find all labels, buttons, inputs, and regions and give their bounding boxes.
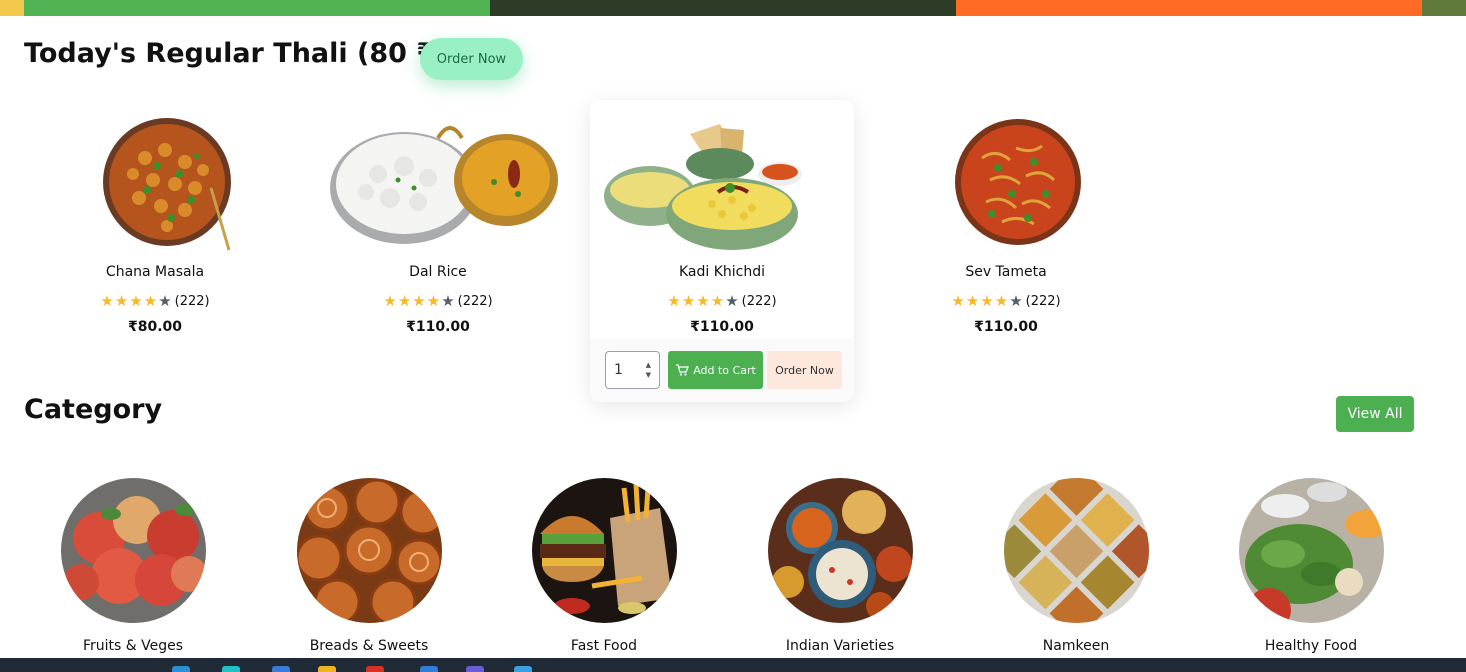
thali-order-now-button[interactable]: Order Now — [420, 38, 523, 80]
product-name: Chana Masala — [105, 264, 205, 280]
dal-rice-image — [318, 118, 558, 252]
burger-fries-image — [531, 478, 677, 623]
apples-image — [60, 478, 206, 623]
star-icon: ★ — [412, 292, 426, 310]
quantity-value: 1 — [614, 362, 623, 378]
cart-icon — [676, 364, 690, 376]
star-empty-icon: ★ — [441, 292, 455, 310]
chana-masala-image — [35, 118, 275, 252]
star-icon: ★ — [994, 292, 1009, 310]
rating-count: (222) — [457, 294, 493, 309]
add-to-cart-button[interactable]: Add to Cart — [668, 351, 763, 389]
star-icon: ★ — [980, 292, 994, 310]
category-label: Fruits & Veges — [82, 638, 184, 654]
taskbar-browser-icon[interactable] — [366, 666, 384, 672]
strip-segment-yellow — [0, 0, 24, 16]
product-price: ₹80.00 — [127, 319, 183, 335]
product-rating: ★ ★ ★ ★ ★ (222) — [874, 292, 1138, 310]
category-label: Fast Food — [570, 638, 638, 654]
category-fast-food[interactable]: Fast Food — [504, 478, 704, 654]
spin-arrows-icon[interactable]: ▲ ▼ — [646, 360, 651, 380]
strip-segment-orange — [956, 0, 1422, 16]
product-rating: ★ ★ ★ ★ ★ (222) — [590, 292, 854, 310]
top-color-strip — [0, 0, 1466, 16]
rating-count: (222) — [174, 294, 210, 309]
category-label: Healthy Food — [1264, 638, 1358, 654]
thali-title: Today's Regular Thali (80 ₹): — [24, 38, 459, 69]
product-card-sev-tameta[interactable]: Sev Tameta ★ ★ ★ ★ ★ (222) ₹110.00 — [874, 100, 1138, 335]
product-card-chana-masala[interactable]: Chana Masala ★ ★ ★ ★ ★ (222) ₹80.00 — [23, 100, 287, 335]
add-to-cart-label: Add to Cart — [693, 363, 756, 377]
star-icon: ★ — [426, 292, 441, 310]
taskbar-app-icon[interactable] — [172, 666, 190, 672]
category-label: Namkeen — [1042, 638, 1110, 654]
category-label: Breads & Sweets — [309, 638, 429, 654]
pastries-image — [296, 478, 442, 623]
card-order-now-button[interactable]: Order Now — [767, 351, 842, 389]
card-actions: 1 ▲ ▼ Add to Cart Order Now — [590, 338, 854, 402]
star-icon: ★ — [397, 292, 412, 310]
spin-down-icon[interactable]: ▼ — [646, 370, 651, 380]
taskbar-app-icon[interactable] — [272, 666, 290, 672]
category-breads-sweets[interactable]: Breads & Sweets — [269, 478, 469, 654]
taskbar-app-icon[interactable] — [420, 666, 438, 672]
star-icon: ★ — [100, 292, 114, 310]
product-price: ₹110.00 — [690, 319, 754, 335]
star-icon: ★ — [114, 292, 129, 310]
star-empty-icon: ★ — [725, 292, 739, 310]
star-icon: ★ — [383, 292, 397, 310]
star-icon: ★ — [681, 292, 696, 310]
star-empty-icon: ★ — [158, 292, 172, 310]
taskbar-app-icon[interactable] — [222, 666, 240, 672]
quantity-stepper[interactable]: 1 ▲ ▼ — [605, 351, 660, 389]
star-icon: ★ — [667, 292, 681, 310]
category-label: Indian Varieties — [785, 638, 895, 654]
kadi-khichdi-image — [602, 118, 842, 252]
namkeen-trays-image — [1003, 478, 1149, 623]
star-icon: ★ — [129, 292, 143, 310]
product-rating: ★ ★ ★ ★ ★ (222) — [23, 292, 287, 310]
strip-segment-green — [24, 0, 490, 16]
taskbar-app-icon[interactable] — [514, 666, 532, 672]
os-taskbar — [0, 658, 1466, 672]
category-fruits-veges[interactable]: Fruits & Veges — [33, 478, 233, 654]
star-icon: ★ — [710, 292, 725, 310]
spin-up-icon[interactable]: ▲ — [646, 360, 651, 370]
rating-count: (222) — [741, 294, 777, 309]
strip-segment-olive — [1422, 0, 1466, 16]
product-price: ₹110.00 — [974, 319, 1038, 335]
product-name: Dal Rice — [409, 264, 467, 280]
taskbar-app-icon[interactable] — [466, 666, 484, 672]
product-name: Sev Tameta — [965, 264, 1047, 280]
star-empty-icon: ★ — [1009, 292, 1023, 310]
star-icon: ★ — [143, 292, 158, 310]
salad-spread-image — [1238, 478, 1384, 623]
product-card-kadi-khichdi[interactable]: Kadi Khichdi ★ ★ ★ ★ ★ (222) ₹110.00 1 ▲… — [590, 100, 854, 402]
star-icon: ★ — [951, 292, 965, 310]
view-all-button[interactable]: View All — [1336, 396, 1414, 432]
product-price: ₹110.00 — [406, 319, 470, 335]
sev-tameta-image — [886, 118, 1126, 252]
taskbar-app-icon[interactable] — [318, 666, 336, 672]
star-icon: ★ — [965, 292, 980, 310]
indian-dishes-image — [767, 478, 913, 623]
product-card-dal-rice[interactable]: Dal Rice ★ ★ ★ ★ ★ (222) ₹110.00 — [306, 100, 570, 335]
rating-count: (222) — [1025, 294, 1061, 309]
category-indian-varieties[interactable]: Indian Varieties — [740, 478, 940, 654]
category-namkeen[interactable]: Namkeen — [976, 478, 1176, 654]
strip-segment-dark — [490, 0, 956, 16]
product-name: Kadi Khichdi — [678, 264, 766, 280]
product-rating: ★ ★ ★ ★ ★ (222) — [306, 292, 570, 310]
category-title: Category — [24, 394, 163, 425]
category-healthy-food[interactable]: Healthy Food — [1211, 478, 1411, 654]
star-icon: ★ — [696, 292, 710, 310]
